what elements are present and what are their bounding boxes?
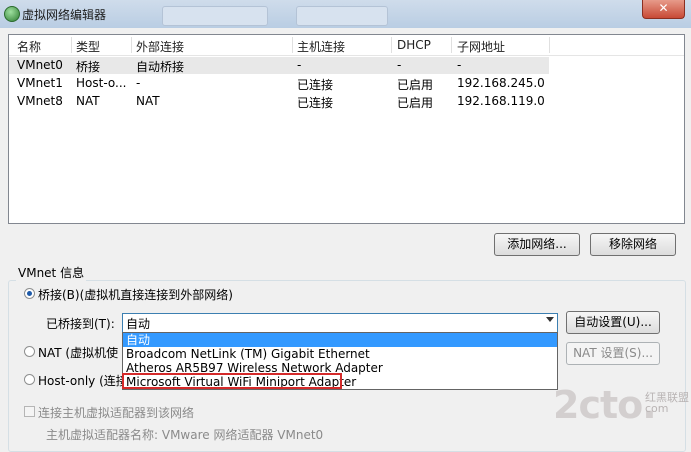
window-title: 虚拟网络编辑器 <box>22 8 107 22</box>
column-divider <box>292 37 293 53</box>
cell-name: VMnet0 <box>17 58 63 72</box>
close-button[interactable]: ✕ <box>642 0 685 19</box>
cell-type: 桥接 <box>76 60 101 74</box>
hostonly-radio-label[interactable]: Host-only (连接 <box>38 372 128 389</box>
column-header-subnet[interactable]: 子网地址 <box>457 38 505 55</box>
nat-radio-label[interactable]: NAT (虚拟机使 <box>38 344 118 361</box>
connect-host-adapter-label: 连接主机虚拟适配器到该网络 <box>38 406 195 420</box>
dialog-client-area: 名称 类型 外部连接 主机连接 DHCP 子网地址 VMnet0 桥接 自动桥接… <box>0 28 691 452</box>
column-header-host[interactable]: 主机连接 <box>297 38 345 55</box>
list-header: 名称 类型 外部连接 主机连接 DHCP 子网地址 <box>9 35 684 56</box>
title-bar: 虚拟网络编辑器 ✕ <box>0 0 691 28</box>
cell-subnet: - <box>457 58 462 72</box>
column-divider <box>131 37 132 53</box>
network-list[interactable]: 名称 类型 外部连接 主机连接 DHCP 子网地址 VMnet0 桥接 自动桥接… <box>8 34 685 224</box>
watermark-site-cn2: com <box>645 402 669 415</box>
cell-external: 自动桥接 <box>136 60 185 74</box>
bridged-to-label: 已桥接到(T): <box>46 317 115 331</box>
annotation-highlight-box <box>122 373 342 389</box>
table-row[interactable]: VMnet0 桥接 自动桥接 - - - <box>9 57 549 74</box>
column-divider <box>391 37 392 53</box>
column-divider <box>71 37 72 53</box>
watermark-site-text: 红黑联盟 com <box>645 392 689 414</box>
cell-external: NAT <box>136 94 160 108</box>
remove-network-button[interactable]: 移除网络 <box>590 233 676 256</box>
column-header-external[interactable]: 外部连接 <box>136 38 184 55</box>
cell-subnet: 192.168.119.0 <box>457 94 545 108</box>
background-taskbar-tab <box>162 6 268 26</box>
vmnet-info-label: VMnet 信息 <box>16 264 87 281</box>
cell-dhcp: 已启用 <box>397 96 434 110</box>
table-row[interactable]: VMnet1 Host-o... - 已连接 已启用 192.168.245.0 <box>9 75 549 92</box>
column-divider <box>451 37 452 53</box>
column-header-dhcp[interactable]: DHCP <box>397 38 431 52</box>
background-taskbar-tab <box>296 6 388 26</box>
cell-host: 已连接 <box>297 78 334 92</box>
add-network-button[interactable]: 添加网络... <box>494 233 580 256</box>
table-row[interactable]: VMnet8 NAT NAT 已连接 已启用 192.168.119.0 <box>9 93 549 110</box>
adapter-name-line: 主机虚拟适配器名称: VMware 网络适配器 VMnet0 <box>46 428 324 442</box>
column-header-type[interactable]: 类型 <box>76 38 100 55</box>
bridged-to-value: 自动 <box>126 317 151 331</box>
nat-radio[interactable] <box>24 346 35 357</box>
dropdown-option-broadcom[interactable]: Broadcom NetLink (TM) Gigabit Ethernet <box>123 347 557 361</box>
cell-external: - <box>136 76 141 90</box>
cell-name: VMnet8 <box>17 94 63 108</box>
cell-host: - <box>297 58 302 72</box>
cell-subnet: 192.168.245.0 <box>457 76 545 90</box>
hostonly-radio[interactable] <box>24 374 35 385</box>
nat-settings-button[interactable]: NAT 设置(S)... <box>566 342 660 365</box>
bridged-to-select[interactable]: 自动 <box>122 313 558 333</box>
bridge-radio[interactable] <box>24 288 35 299</box>
dropdown-option-auto[interactable]: 自动 <box>123 333 557 347</box>
bridge-radio-label[interactable]: 桥接(B)(虚拟机直接连接到外部网络) <box>38 286 233 303</box>
watermark-logo: 2cto. <box>553 383 657 427</box>
cell-dhcp: 已启用 <box>397 78 434 92</box>
connect-host-adapter-checkbox[interactable] <box>24 406 35 417</box>
cell-host: 已连接 <box>297 96 334 110</box>
column-divider <box>549 37 550 53</box>
cell-type: NAT <box>76 94 100 108</box>
cell-dhcp: - <box>397 58 402 72</box>
cell-type: Host-o... <box>76 76 127 90</box>
column-header-name[interactable]: 名称 <box>17 38 41 55</box>
chevron-down-icon[interactable] <box>546 317 554 322</box>
auto-settings-button[interactable]: 自动设置(U)... <box>566 311 660 334</box>
cell-name: VMnet1 <box>17 76 63 90</box>
network-globe-icon <box>4 6 20 22</box>
